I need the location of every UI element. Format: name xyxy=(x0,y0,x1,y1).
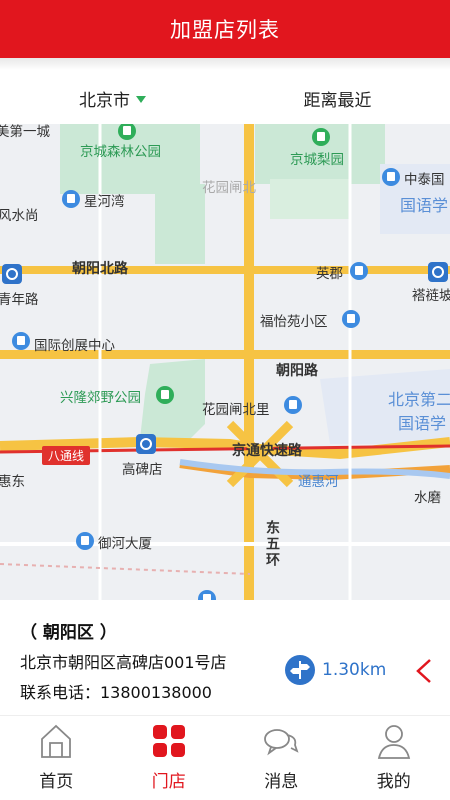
building-poi-icon xyxy=(382,168,400,186)
sort-filter[interactable]: 距离最近 xyxy=(225,72,450,124)
message-icon xyxy=(264,729,299,756)
metro-icon xyxy=(2,264,22,284)
map-label: 惠东 xyxy=(0,474,25,490)
navigation-icon[interactable] xyxy=(285,655,315,685)
map-label: 通惠河 xyxy=(298,474,339,490)
map-label: 花园闸北 xyxy=(202,180,256,196)
road-label: 京通快速路 xyxy=(232,443,302,459)
road-label: 朝阳北路 xyxy=(72,261,128,277)
map-label: 高碑店 xyxy=(122,462,163,478)
park-poi-icon xyxy=(312,128,330,146)
map-label: 北京第二 xyxy=(388,390,450,409)
tab-label: 消息 xyxy=(264,772,299,792)
store-card[interactable]: （ 朝阳区 ） 北京市朝阳区高碑店001号店 联系电话：13800138000 … xyxy=(0,600,450,715)
tab-home[interactable]: 首页 xyxy=(0,716,113,800)
park-poi-icon xyxy=(156,386,174,404)
app-header: 加盟店列表 xyxy=(0,0,450,58)
map-label: 兴隆郊野公园 xyxy=(60,390,141,406)
store-district: （ 朝阳区 ） xyxy=(20,623,117,643)
map-label: 御河大厦 xyxy=(98,536,152,552)
map-label: 福怡苑小区 xyxy=(260,314,328,330)
building-poi-icon xyxy=(12,332,30,350)
store-grid-icon xyxy=(152,725,185,757)
road-label: 朝阳路 xyxy=(276,363,318,379)
tab-label: 我的 xyxy=(376,772,411,792)
map-label: 京城森林公园 xyxy=(80,144,161,160)
profile-icon xyxy=(377,725,410,759)
metro-icon xyxy=(136,434,156,454)
map-label: 青年路 xyxy=(0,292,39,308)
tab-label: 首页 xyxy=(39,772,74,792)
building-poi-icon xyxy=(76,532,94,550)
map-label: 国际创展中心 xyxy=(34,338,115,354)
city-filter-dropdown[interactable]: 北京市 xyxy=(0,72,225,124)
header-divider xyxy=(0,58,450,70)
store-map[interactable]: 美第一城 京城森林公园 京城梨园 花园闸北 星河湾 中泰国 国语学 风水尚 朝阳… xyxy=(0,124,450,600)
page-title: 加盟店列表 xyxy=(170,18,280,42)
sort-filter-label: 距离最近 xyxy=(303,90,372,111)
store-phone[interactable]: 联系电话：13800138000 xyxy=(20,679,212,703)
map-label: 风水尚 xyxy=(0,208,39,224)
filter-bar: 北京市 距离最近 xyxy=(0,72,450,124)
bottom-tab-bar: 首页 门店 消息 我的 xyxy=(0,715,450,800)
metro-icon xyxy=(428,262,448,282)
map-label: 京城梨园 xyxy=(290,152,344,168)
chevron-left-icon[interactable] xyxy=(410,656,436,686)
map-label: 中泰国 xyxy=(404,172,445,188)
store-distance: 1.30km xyxy=(322,660,387,680)
tab-messages[interactable]: 消息 xyxy=(225,716,338,800)
map-label: 美第一城 xyxy=(0,124,50,140)
tab-store[interactable]: 门店 xyxy=(113,716,226,800)
tab-profile[interactable]: 我的 xyxy=(338,716,450,800)
map-label: 星河湾 xyxy=(84,194,125,210)
building-poi-icon xyxy=(284,396,302,414)
map-label: 水磨 xyxy=(414,490,441,506)
city-filter-label: 北京市 xyxy=(79,90,130,111)
map-label: 英郡 xyxy=(316,266,343,282)
map-label: 花园闸北里 xyxy=(202,402,270,418)
map-label: 褡裢坡 xyxy=(412,288,450,304)
building-poi-icon xyxy=(342,310,360,328)
metro-line-tag: 八通线 xyxy=(42,446,91,465)
road-label: 东五环 xyxy=(264,520,280,568)
map-label: 国语学 xyxy=(400,196,449,215)
building-poi-icon xyxy=(62,190,80,208)
building-poi-icon xyxy=(350,262,368,280)
tab-label: 门店 xyxy=(151,772,186,792)
dropdown-caret-icon xyxy=(136,95,146,103)
map-label: 国语学 xyxy=(398,414,447,433)
home-icon xyxy=(41,724,72,758)
store-address: 北京市朝阳区高碑店001号店 xyxy=(20,653,227,672)
